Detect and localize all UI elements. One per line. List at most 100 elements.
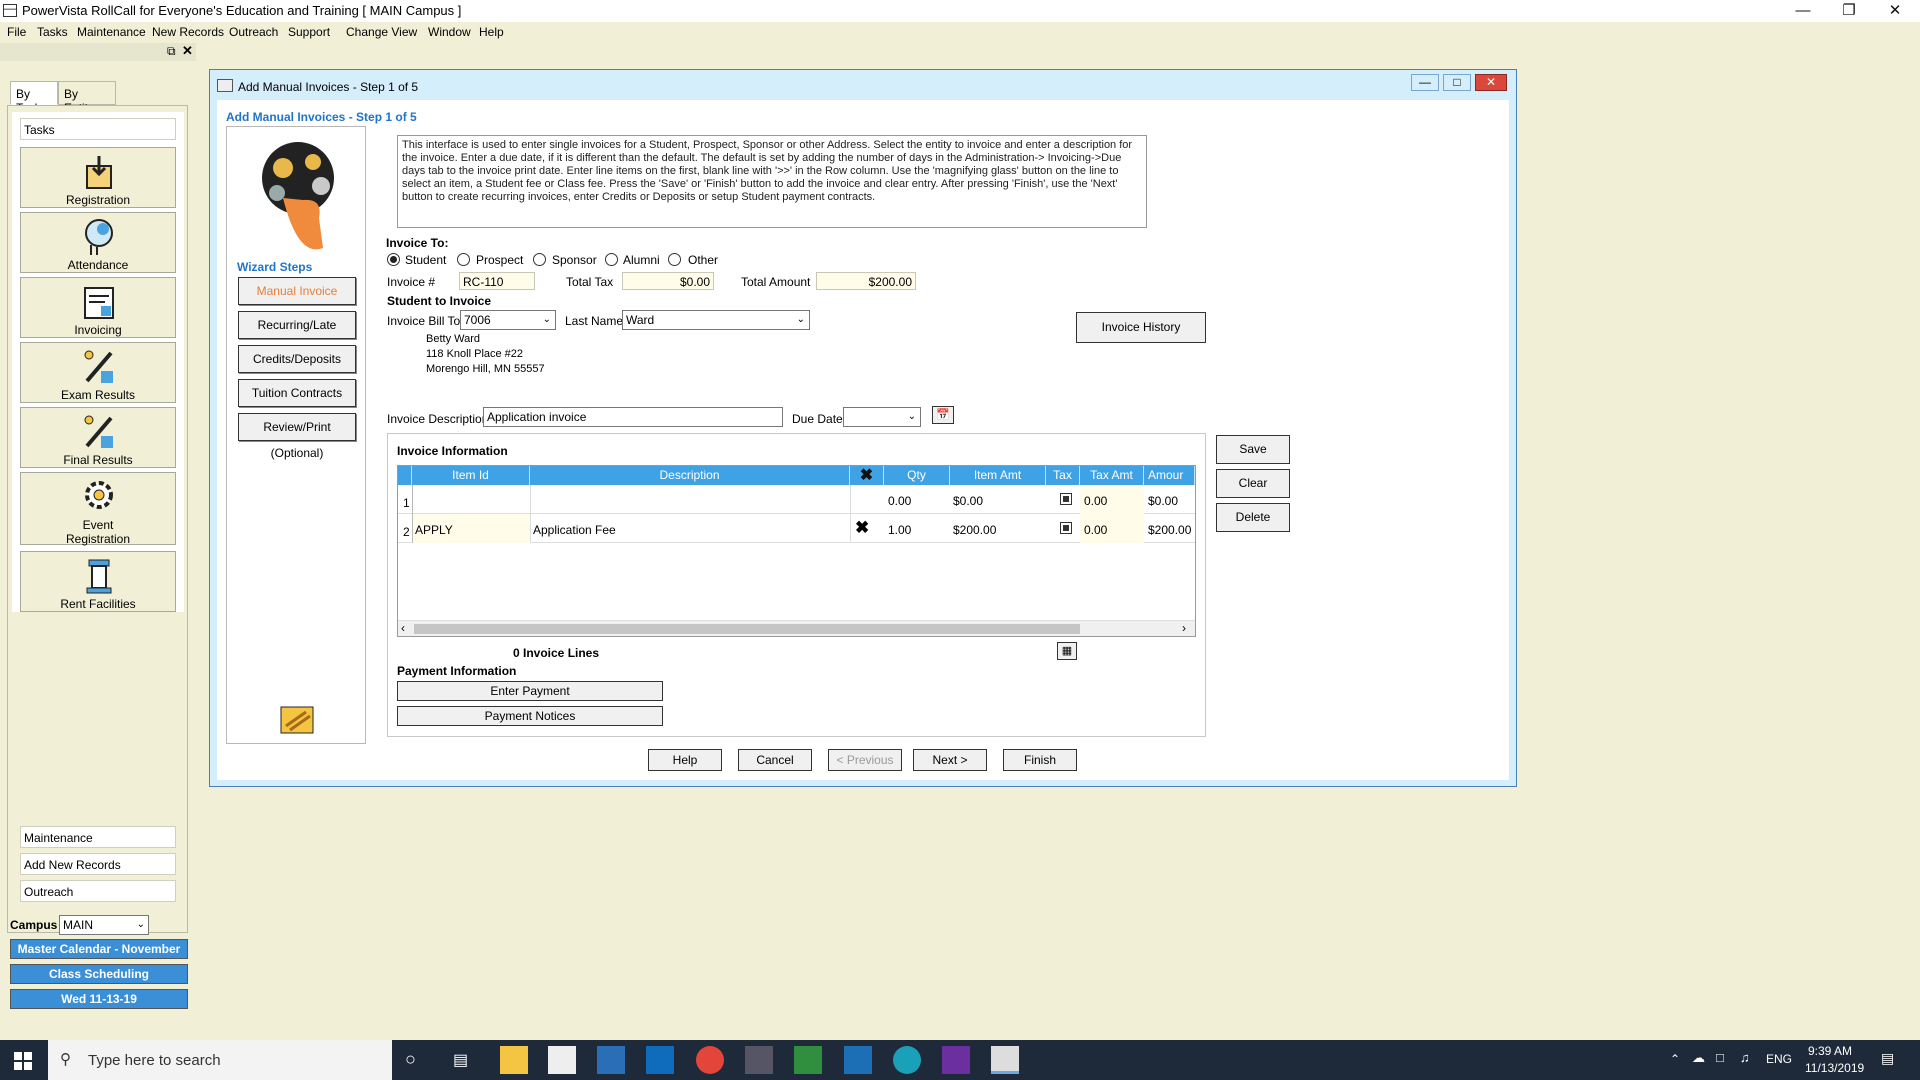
network-icon[interactable]: □ <box>1716 1050 1724 1065</box>
grid-scrollbar[interactable]: ‹ › <box>398 620 1195 636</box>
bill-to-select[interactable]: 7006 ⌄ <box>460 310 556 330</box>
final-results-button[interactable]: Final Results <box>20 407 176 468</box>
col-qty[interactable]: Qty <box>884 466 950 485</box>
outlook-icon[interactable] <box>646 1046 674 1074</box>
menu-support[interactable]: Support <box>288 25 330 39</box>
step-review-print[interactable]: Review/Print (Optional) <box>238 413 356 460</box>
calculator-icon[interactable]: ▦ <box>1057 642 1077 660</box>
dialog-maximize-icon[interactable]: □ <box>1443 74 1471 91</box>
col-item-id[interactable]: Item Id <box>412 466 530 485</box>
invoicing-button[interactable]: Invoicing <box>20 277 176 338</box>
scroll-right-icon[interactable]: › <box>1182 621 1186 635</box>
next-button[interactable]: Next > <box>913 749 987 771</box>
radio-prospect[interactable] <box>457 253 470 266</box>
volume-icon[interactable]: ♫ <box>1740 1050 1750 1065</box>
clock-date[interactable]: 11/13/2019 <box>1805 1061 1864 1075</box>
language-indicator[interactable]: ENG <box>1766 1052 1792 1066</box>
menu-maintenance[interactable]: Maintenance <box>77 25 146 39</box>
registration-button[interactable]: Registration <box>20 147 176 208</box>
restore-icon[interactable]: ❐ <box>1826 0 1872 22</box>
col-amount[interactable]: Amour <box>1144 466 1195 485</box>
camera-app-icon[interactable] <box>893 1046 921 1074</box>
menu-file[interactable]: File <box>7 25 26 39</box>
visual-studio-icon[interactable] <box>942 1046 970 1074</box>
dialog-close-icon[interactable]: ✕ <box>1475 74 1507 91</box>
file-explorer-icon[interactable] <box>500 1046 528 1074</box>
col-tax[interactable]: Tax <box>1046 466 1080 485</box>
menu-new-records[interactable]: New Records <box>152 25 224 39</box>
onedrive-icon[interactable]: ☁ <box>1692 1050 1705 1066</box>
radio-other[interactable] <box>668 253 681 266</box>
previous-button[interactable]: < Previous <box>828 749 902 771</box>
col-tax-amt[interactable]: Tax Amt <box>1080 466 1144 485</box>
step-recurring-invoice[interactable]: Recurring/Late Invoice <box>238 311 356 358</box>
rent-facilities-button[interactable]: Rent Facilities <box>20 551 176 612</box>
event-registration-button[interactable]: Event Registration <box>20 472 176 546</box>
clock-time[interactable]: 9:39 AM <box>1808 1044 1852 1058</box>
cortana-icon[interactable]: ○ <box>405 1049 416 1070</box>
windows-start-icon[interactable] <box>14 1052 32 1070</box>
col-item-amt[interactable]: Item Amt <box>950 466 1046 485</box>
radio-alumni[interactable] <box>605 253 618 266</box>
chrome-icon[interactable] <box>696 1046 724 1074</box>
invoice-history-button[interactable]: Invoice History <box>1076 312 1206 343</box>
dialog-minimize-icon[interactable]: — <box>1411 74 1439 91</box>
invoice-description-field[interactable]: Application invoice <box>483 407 783 427</box>
invoice-number-field[interactable]: RC-110 <box>459 272 535 290</box>
menu-tasks[interactable]: Tasks <box>37 25 68 39</box>
minimize-icon[interactable]: — <box>1780 0 1826 22</box>
table-row[interactable]: 1 0.00 $0.00 0.00 $0.00 <box>398 485 1195 514</box>
radio-student[interactable] <box>387 253 400 266</box>
master-calendar-button[interactable]: Master Calendar - November <box>10 939 188 959</box>
menu-help[interactable]: Help <box>479 25 504 39</box>
last-name-select[interactable]: Ward ⌄ <box>622 310 810 330</box>
maintenance-link[interactable]: Maintenance <box>20 826 176 848</box>
remove-row-icon[interactable]: ✖ <box>855 518 869 538</box>
finish-button[interactable]: Finish <box>1003 749 1077 771</box>
step-tuition-contracts[interactable]: Tuition Contracts <box>238 379 356 407</box>
class-scheduling-button[interactable]: Class Scheduling <box>10 964 188 984</box>
date-button[interactable]: Wed 11-13-19 <box>10 989 188 1009</box>
clear-button[interactable]: Clear <box>1216 469 1290 498</box>
tray-chevron-icon[interactable]: ⌃ <box>1670 1052 1680 1066</box>
enter-payment-button[interactable]: Enter Payment <box>397 681 663 701</box>
cancel-button[interactable]: Cancel <box>738 749 812 771</box>
close-icon[interactable]: ✕ <box>1872 0 1918 22</box>
powervista-app-icon[interactable] <box>991 1046 1019 1074</box>
chart-app-icon[interactable] <box>794 1046 822 1074</box>
due-date-field[interactable]: ⌄ <box>843 407 921 427</box>
scroll-left-icon[interactable]: ‹ <box>401 621 405 635</box>
table-row[interactable]: 2 APPLY Application Fee ✖ 1.00 $200.00 0… <box>398 514 1195 543</box>
step-manual-invoice[interactable]: Manual Invoice <box>238 277 356 305</box>
tools-icon[interactable] <box>745 1046 773 1074</box>
tab-by-task[interactable]: By Task <box>10 81 58 115</box>
radio-sponsor[interactable] <box>533 253 546 266</box>
tab-by-entity[interactable]: By Entity <box>58 81 116 115</box>
menu-outreach[interactable]: Outreach <box>229 25 278 39</box>
notifications-icon[interactable]: ▤ <box>1881 1050 1894 1067</box>
panel-close-icon[interactable]: ✕ <box>182 43 193 59</box>
step-credits-deposits[interactable]: Credits/Deposits <box>238 345 356 373</box>
help-button[interactable]: Help <box>648 749 722 771</box>
payment-notices-button[interactable]: Payment Notices <box>397 706 663 726</box>
outreach-link[interactable]: Outreach <box>20 880 176 902</box>
campus-select[interactable]: MAIN ⌄ <box>59 915 149 935</box>
menu-change-view[interactable]: Change View <box>346 25 417 39</box>
exam-results-button[interactable]: Exam Results <box>20 342 176 403</box>
attendance-button[interactable]: Attendance <box>20 212 176 273</box>
calendar-icon[interactable]: 📅 <box>932 406 954 424</box>
col-description[interactable]: Description <box>530 466 850 485</box>
delete-button[interactable]: Delete <box>1216 503 1290 532</box>
scroll-thumb[interactable] <box>414 624 1080 634</box>
menu-window[interactable]: Window <box>428 25 471 39</box>
task-view-icon[interactable]: ▤ <box>453 1050 468 1070</box>
save-button[interactable]: Save <box>1216 435 1290 464</box>
paint-icon[interactable] <box>548 1046 576 1074</box>
row-tax-checkbox[interactable] <box>1060 493 1072 505</box>
add-new-records-link[interactable]: Add New Records <box>20 853 176 875</box>
pin-icon[interactable]: ⧉ <box>167 44 176 59</box>
taskbar-search[interactable]: ⚲ Type here to search <box>48 1040 392 1080</box>
row-tax-checkbox[interactable] <box>1060 522 1072 534</box>
vscode-icon[interactable] <box>844 1046 872 1074</box>
people-icon[interactable] <box>597 1046 625 1074</box>
